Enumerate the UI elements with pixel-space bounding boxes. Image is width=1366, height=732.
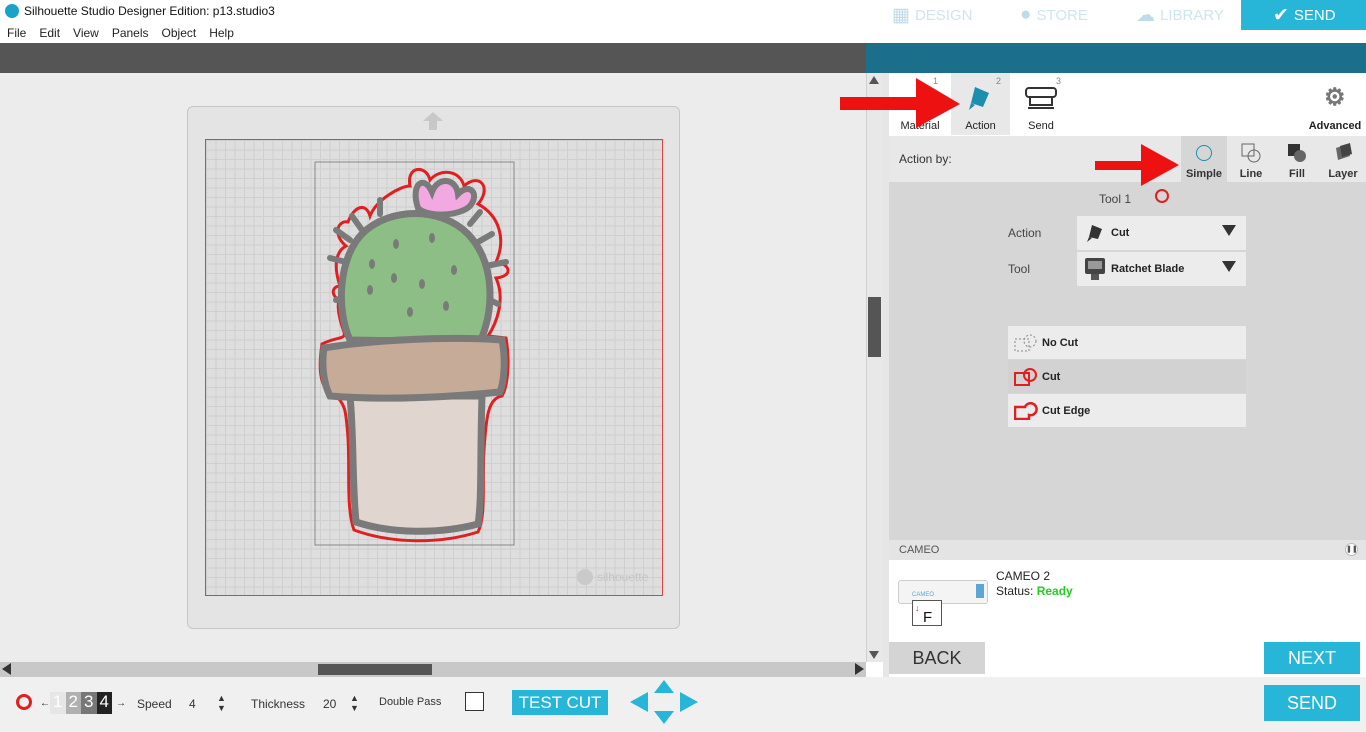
store-icon: ●	[1020, 4, 1032, 25]
send-button[interactable]: SEND	[1264, 685, 1360, 721]
next-tool-icon[interactable]: →	[116, 698, 126, 709]
menu-file[interactable]: File	[0, 23, 32, 40]
speed-label: Speed	[137, 697, 172, 711]
action-by-label: Action by:	[899, 152, 952, 166]
tool-header: Tool 1	[1099, 192, 1132, 206]
device-status: Status: Ready	[996, 584, 1073, 598]
test-cut-button[interactable]: TEST CUT	[512, 690, 608, 715]
option-cut-edge[interactable]: Cut Edge	[1008, 394, 1246, 427]
circle-icon	[1196, 145, 1212, 161]
tool-number-selector[interactable]: 1 2 3 4	[50, 692, 112, 714]
annotation-arrow-icon	[1095, 144, 1179, 186]
cactus-design[interactable]	[310, 160, 520, 550]
cloud-download-icon: ☁	[1136, 4, 1155, 26]
window-title: Silhouette Studio Designer Edition: p13.…	[24, 4, 275, 18]
menu-help[interactable]: Help	[202, 23, 240, 40]
tab-advanced[interactable]: ⚙ Advanced	[1306, 73, 1364, 135]
fill-icon	[1288, 144, 1306, 162]
double-pass-label: Double Pass	[379, 696, 442, 708]
speed-stepper[interactable]: ▲ ▼	[217, 693, 226, 713]
action-by-layer[interactable]: Layer	[1320, 136, 1366, 182]
horizontal-scroll-thumb[interactable]	[318, 664, 432, 675]
tool-dropdown[interactable]: Ratchet Blade	[1077, 252, 1246, 286]
tab-send[interactable]: ✔ SEND	[1241, 0, 1366, 30]
horizontal-scrollbar[interactable]	[0, 662, 866, 677]
grid-icon: ▦	[892, 4, 910, 26]
main-tab-strip	[866, 43, 1366, 73]
thickness-value[interactable]: 20	[323, 697, 336, 711]
option-cut[interactable]: Cut	[1008, 360, 1246, 393]
scroll-left-icon[interactable]	[2, 663, 11, 675]
action-by-simple[interactable]: Simple	[1181, 136, 1227, 182]
double-pass-checkbox[interactable]	[465, 692, 484, 711]
gear-icon: ⚙	[1324, 84, 1346, 111]
cut-edge-icon	[1014, 402, 1038, 420]
back-button[interactable]: BACK	[889, 642, 985, 674]
annotation-arrow-icon	[840, 78, 960, 128]
cut-icon	[1014, 368, 1037, 386]
move-arrows-icon[interactable]	[630, 680, 698, 724]
load-direction-arrow-icon	[423, 112, 443, 130]
scroll-right-icon[interactable]	[855, 663, 864, 675]
tab-store[interactable]: ● STORE	[1020, 0, 1088, 30]
tab-library[interactable]: ☁ LIBRARY	[1136, 0, 1224, 30]
blade-small-icon	[1087, 225, 1102, 242]
pause-icon[interactable]: ❚❚	[1345, 543, 1358, 556]
vertical-scrollbar[interactable]	[866, 73, 883, 662]
speed-value[interactable]: 4	[189, 697, 196, 711]
next-button[interactable]: NEXT	[1264, 642, 1360, 674]
tool-label: Tool	[1008, 262, 1031, 276]
prev-tool-icon[interactable]: ←	[40, 698, 50, 709]
menu-bar: File Edit View Panels Object Help	[0, 23, 866, 43]
device-section-header: CAMEO ❚❚	[889, 540, 1366, 560]
thickness-label: Thickness	[251, 697, 306, 711]
option-no-cut[interactable]: No Cut	[1008, 326, 1246, 359]
action-label: Action	[1008, 226, 1042, 240]
cutter-icon	[1025, 87, 1057, 109]
layer-icon	[1336, 143, 1352, 160]
menu-edit[interactable]: Edit	[32, 23, 66, 40]
file-icon: F ↓	[912, 600, 942, 626]
status-badge: Ready	[1036, 584, 1073, 598]
menu-view[interactable]: View	[66, 23, 105, 40]
menu-object[interactable]: Object	[155, 23, 203, 40]
toolbar-strip	[0, 43, 866, 73]
menu-panels[interactable]: Panels	[105, 23, 155, 40]
no-cut-icon	[1014, 334, 1037, 352]
action-dropdown[interactable]: Cut	[1077, 216, 1246, 250]
cameo-device-image: CAMEO F ↓	[898, 576, 990, 628]
app-logo-icon	[5, 4, 19, 18]
chevron-down-icon	[1222, 225, 1236, 236]
action-by-line[interactable]: Line	[1228, 136, 1274, 182]
ratchet-blade-icon	[1085, 258, 1105, 280]
tool-color-indicator	[1155, 189, 1169, 203]
chevron-down-icon	[1222, 261, 1236, 272]
check-circle-icon: ✔	[1273, 4, 1289, 26]
tool-color-icon[interactable]	[16, 694, 32, 710]
tab-design[interactable]: ▦ DESIGN	[892, 0, 972, 30]
tab-send-step[interactable]: 3 Send	[1012, 73, 1070, 135]
scroll-down-icon[interactable]	[869, 651, 879, 659]
vertical-scroll-thumb[interactable]	[868, 297, 881, 357]
silhouette-watermark: silhouette	[577, 569, 648, 585]
thickness-stepper[interactable]: ▲ ▼	[350, 693, 359, 713]
blade-icon	[969, 87, 989, 110]
action-by-fill[interactable]: Fill	[1274, 136, 1320, 182]
device-name: CAMEO 2	[996, 569, 1051, 583]
line-icon	[1241, 143, 1261, 163]
